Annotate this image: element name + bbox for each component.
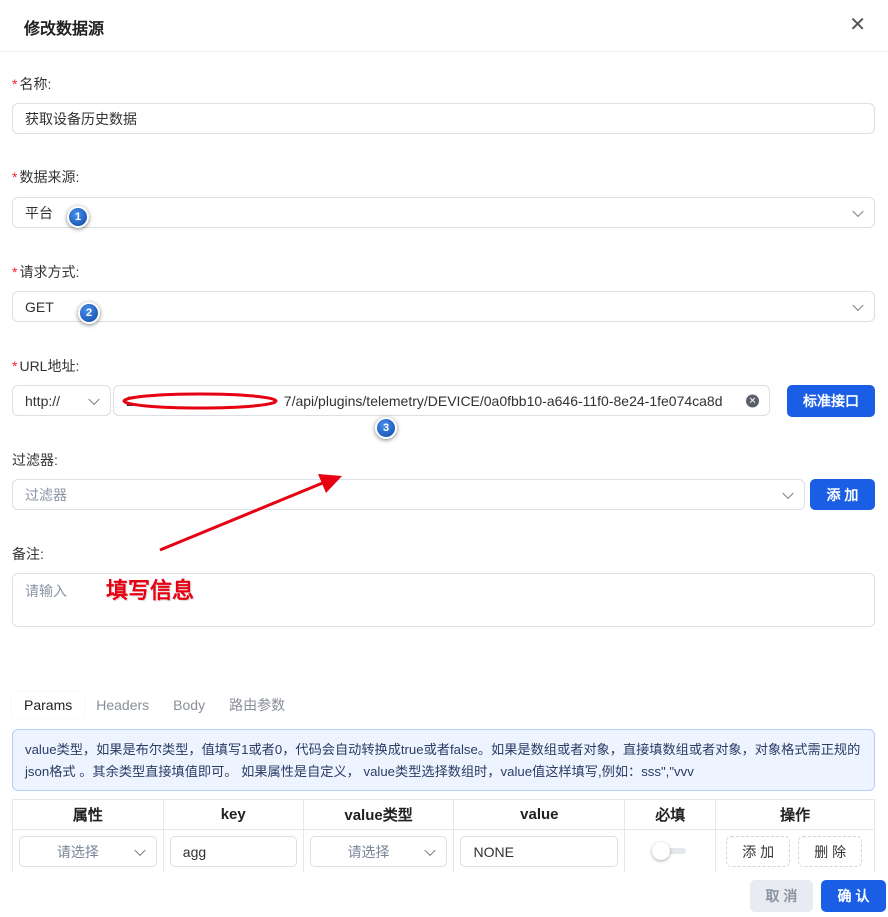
confirm-button[interactable]: 确 认 — [821, 880, 886, 912]
chevron-down-icon — [134, 844, 146, 856]
attr-select[interactable]: 请选择 — [19, 836, 157, 867]
col-value-header: value — [453, 799, 626, 830]
tab-route-params[interactable]: 路由参数 — [217, 692, 297, 718]
request-tabs: Params Headers Body 路由参数 — [12, 692, 297, 718]
value-type-select[interactable]: 请选择 — [309, 836, 448, 867]
table-header-row: 属性 key value类型 value 必填 操作 — [12, 799, 875, 830]
col-attr-header: 属性 — [12, 799, 164, 830]
tab-headers[interactable]: Headers — [84, 692, 161, 718]
chevron-down-icon — [424, 844, 437, 856]
row-add-button[interactable]: 添 加 — [726, 836, 791, 867]
tab-params[interactable]: Params — [12, 692, 85, 718]
table-row: 请选择 agg 请选择 NONE 添 加 删 除 — [12, 829, 875, 873]
col-key-header: key — [162, 799, 304, 830]
annotation-arrow-line — [159, 480, 326, 552]
params-table: 属性 key value类型 value 必填 操作 请选择 agg 请选择 N… — [12, 799, 875, 873]
annotation-text: 填写信息 — [106, 579, 195, 604]
info-alert: value类型，如果是布尔类型，值填写1或者0，代码会自动转换成true或者fa… — [12, 729, 875, 791]
dialog-footer: 取 消 确 认 — [0, 872, 888, 917]
value-input[interactable]: NONE — [460, 836, 619, 867]
row-delete-button[interactable]: 删 除 — [798, 836, 863, 867]
redaction-ellipse — [122, 392, 278, 410]
required-switch[interactable] — [652, 842, 688, 860]
col-action-header: 操作 — [715, 799, 875, 830]
col-value-type-header: value类型 — [302, 799, 455, 830]
key-input[interactable]: agg — [169, 836, 297, 867]
cancel-button[interactable]: 取 消 — [750, 880, 813, 912]
col-required-header: 必填 — [624, 799, 717, 830]
tab-body[interactable]: Body — [161, 692, 217, 718]
